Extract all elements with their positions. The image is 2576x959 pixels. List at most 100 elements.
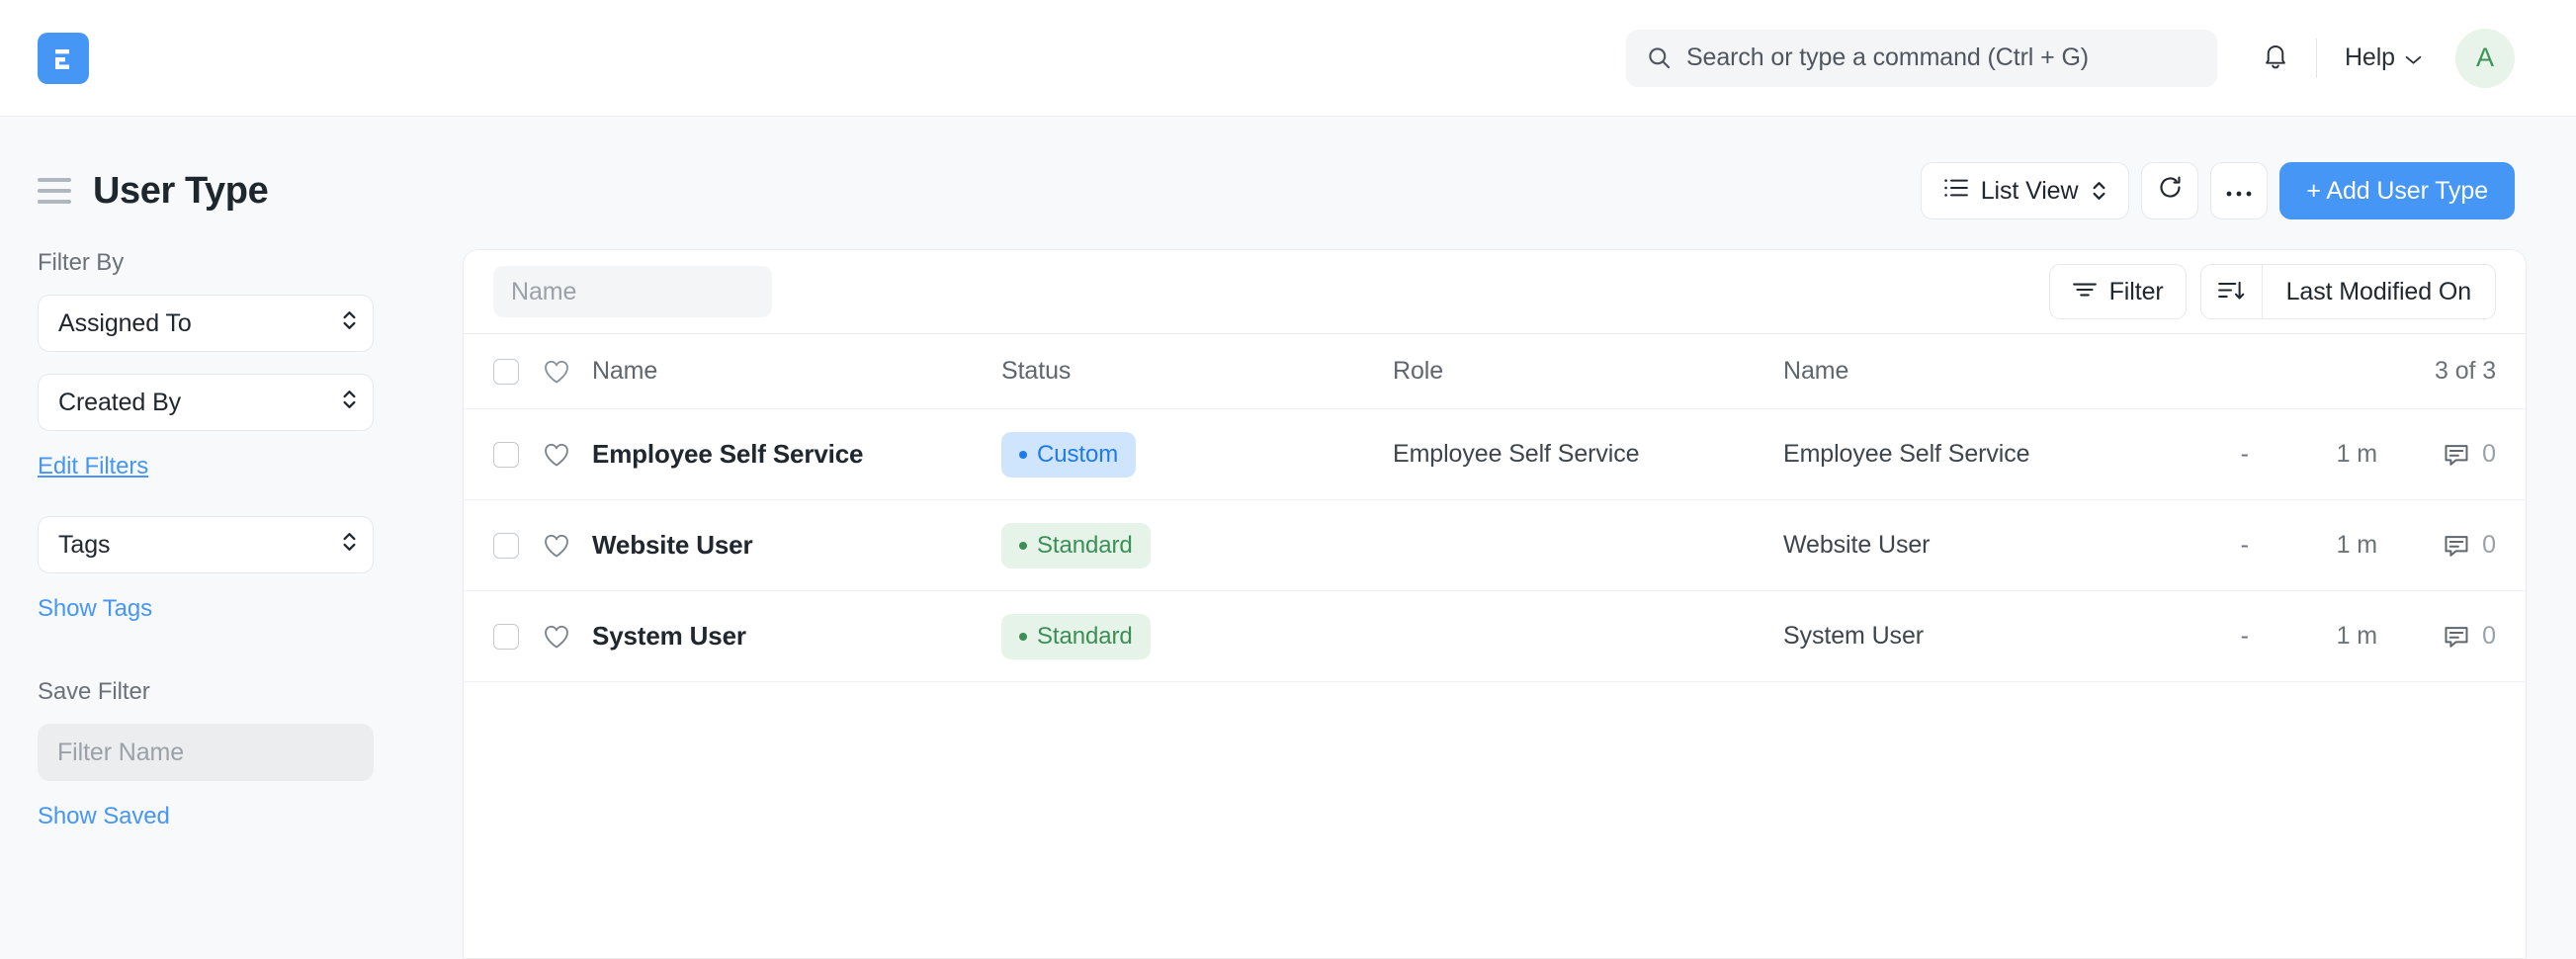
chevron-updown-icon [342, 389, 357, 417]
filter-button[interactable]: Filter [2049, 264, 2187, 319]
status-badge[interactable]: Standard [1001, 523, 1151, 568]
row-checkbox[interactable] [493, 533, 519, 559]
row-role: Employee Self Service [1393, 440, 1783, 469]
row-name-2: Website User [1783, 531, 2140, 560]
add-user-type-button[interactable]: + Add User Type [2279, 162, 2515, 219]
page-body: User Type List View [0, 117, 2576, 959]
name-filter-input[interactable] [493, 266, 772, 317]
row-name-link[interactable]: Website User [592, 530, 1001, 561]
row-name-link[interactable]: System User [592, 621, 1001, 652]
filter-assigned-to-label: Assigned To [58, 309, 342, 338]
chevron-updown-icon [342, 531, 357, 560]
row-name-2: Employee Self Service [1783, 440, 2140, 469]
row-checkbox[interactable] [493, 442, 519, 468]
edit-filters-link[interactable]: Edit Filters [38, 453, 148, 480]
comment-count: 0 [2482, 440, 2496, 469]
sort-field-button[interactable]: Last Modified On [2263, 265, 2495, 318]
comment-icon [2443, 442, 2470, 468]
row-comments[interactable]: 0 [2377, 622, 2496, 651]
sidebar-toggle-icon[interactable] [38, 178, 71, 204]
bell-icon [2262, 42, 2289, 74]
filter-name-input[interactable] [38, 724, 374, 781]
header-name[interactable]: Name [592, 357, 1001, 386]
help-label: Help [2345, 44, 2395, 72]
ellipsis-icon [2225, 177, 2253, 206]
avatar[interactable]: A [2455, 29, 2515, 88]
row-status-cell: Standard [1001, 614, 1393, 659]
help-menu-button[interactable]: Help [2339, 36, 2428, 80]
row-checkbox[interactable] [493, 624, 519, 650]
refresh-icon [2157, 174, 2184, 208]
top-navbar: Help A [0, 0, 2576, 117]
list-view-label: List View [1981, 177, 2079, 206]
status-dot-icon [1019, 451, 1027, 459]
table-row[interactable]: System User Standard System User - 1 m [464, 590, 2526, 681]
heart-icon[interactable] [543, 533, 570, 559]
frappe-logo[interactable] [38, 33, 89, 84]
heart-icon[interactable] [543, 442, 570, 468]
row-modified: 1 m [2249, 440, 2377, 469]
page-title: User Type [93, 170, 268, 213]
heart-icon[interactable] [543, 359, 570, 385]
avatar-initial: A [2476, 43, 2494, 73]
main-area: Filter By Assigned To Created By Edit Fi… [0, 227, 2576, 959]
page-header-actions: List View [1921, 162, 2515, 219]
row-comments[interactable]: 0 [2377, 440, 2496, 469]
filter-created-by-select[interactable]: Created By [38, 374, 374, 431]
show-tags-link[interactable]: Show Tags [38, 595, 152, 623]
header-status[interactable]: Status [1001, 357, 1393, 386]
list-header-row: Name Status Role Name 3 of 3 [464, 333, 2526, 408]
list-icon [1943, 177, 1969, 206]
comment-count: 0 [2482, 622, 2496, 651]
status-badge-label: Standard [1037, 532, 1133, 560]
chevron-updown-icon [2092, 180, 2106, 202]
row-status-cell: Standard [1001, 523, 1393, 568]
show-saved-link[interactable]: Show Saved [38, 803, 170, 830]
comment-icon [2443, 533, 2470, 559]
list-toolbar-right: Filter [2049, 264, 2496, 319]
more-options-button[interactable] [2210, 162, 2268, 219]
list-toolbar: Filter [464, 250, 2526, 333]
save-filter-label: Save Filter [38, 678, 425, 706]
search-input[interactable] [1686, 44, 2197, 72]
row-status-cell: Custom [1001, 432, 1393, 478]
list-view-switcher[interactable]: List View [1921, 162, 2130, 219]
list-empty-space [464, 681, 2526, 958]
filter-created-by-label: Created By [58, 389, 342, 417]
table-row[interactable]: Website User Standard Website User - 1 m [464, 499, 2526, 590]
status-dot-icon [1019, 542, 1027, 550]
status-badge-label: Standard [1037, 623, 1133, 651]
row-comments[interactable]: 0 [2377, 531, 2496, 560]
row-assigned: - [2140, 622, 2249, 651]
filter-assigned-to-select[interactable]: Assigned To [38, 295, 374, 352]
tags-select[interactable]: Tags [38, 516, 374, 573]
notifications-button[interactable] [2245, 29, 2306, 88]
row-assigned: - [2140, 531, 2249, 560]
search-icon [1646, 44, 1673, 71]
global-search[interactable] [1626, 30, 2217, 87]
row-modified: 1 m [2249, 531, 2377, 560]
heart-icon[interactable] [543, 624, 570, 650]
navbar-divider [2316, 39, 2317, 78]
filter-icon [2072, 278, 2098, 306]
status-badge[interactable]: Custom [1001, 432, 1136, 478]
status-badge[interactable]: Standard [1001, 614, 1151, 659]
chevron-down-icon [2405, 44, 2422, 72]
result-count: 3 of 3 [2435, 357, 2496, 386]
header-role[interactable]: Role [1393, 357, 1783, 386]
filter-by-label: Filter By [38, 249, 425, 277]
filter-button-label: Filter [2109, 278, 2164, 306]
row-assigned: - [2140, 440, 2249, 469]
page-header: User Type List View [0, 117, 2576, 227]
header-name-2[interactable]: Name [1783, 357, 2435, 386]
chevron-updown-icon [342, 309, 357, 338]
row-modified: 1 m [2249, 622, 2377, 651]
list-sidebar: Filter By Assigned To Created By Edit Fi… [0, 227, 463, 959]
sort-direction-button[interactable] [2201, 265, 2263, 318]
select-all-checkbox[interactable] [493, 359, 519, 385]
list-card: Filter [463, 249, 2527, 959]
row-name-2: System User [1783, 622, 2140, 651]
refresh-button[interactable] [2141, 162, 2198, 219]
row-name-link[interactable]: Employee Self Service [592, 439, 1001, 470]
table-row[interactable]: Employee Self Service Custom Employee Se… [464, 408, 2526, 499]
